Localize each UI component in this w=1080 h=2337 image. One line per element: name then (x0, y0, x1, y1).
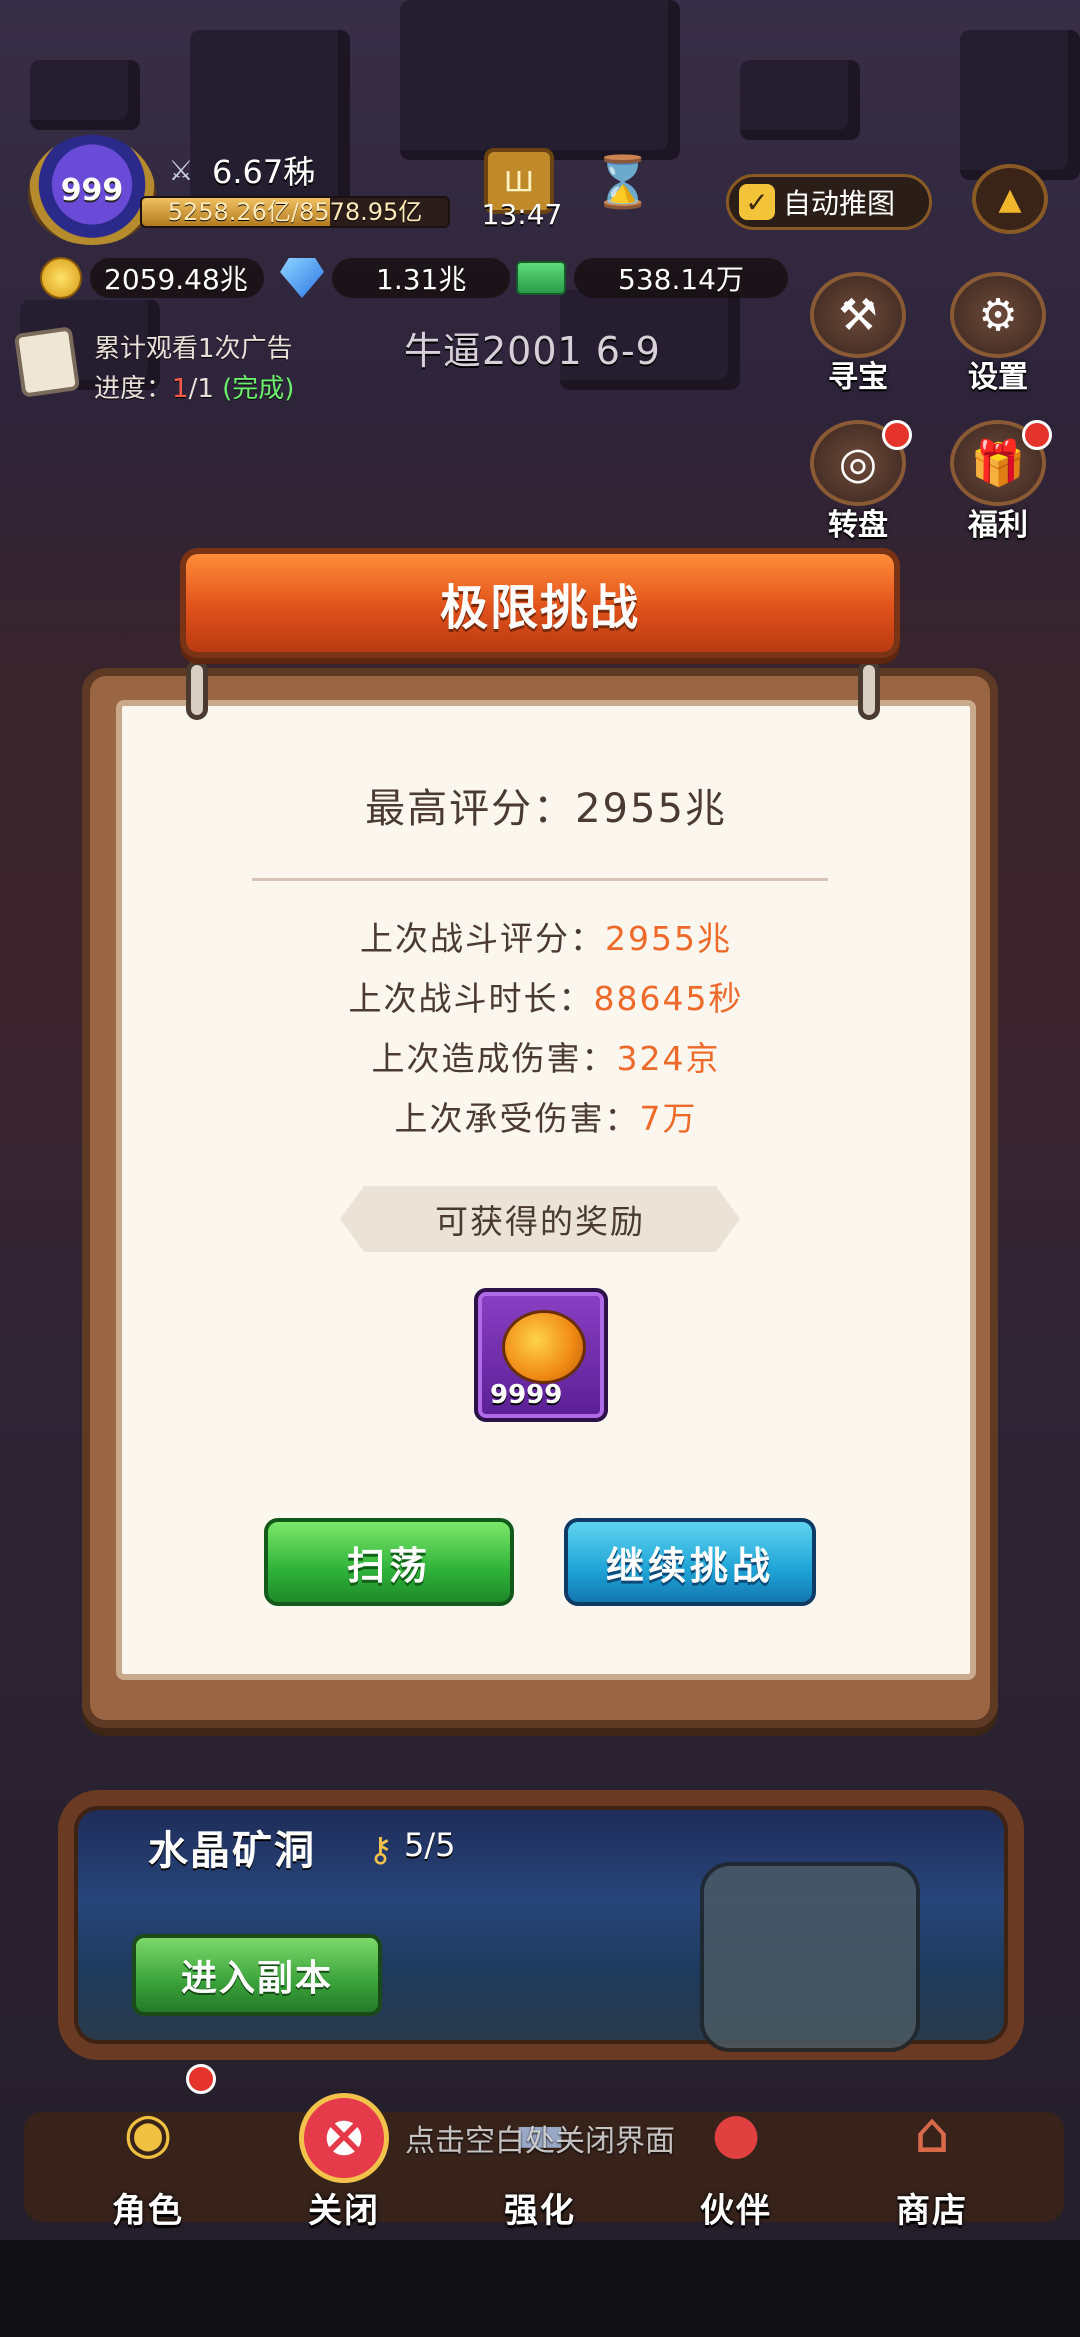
nav-shop-label: 商店 (896, 2191, 968, 2231)
cash-value: 538.14万 (618, 263, 744, 296)
stone-golem-icon (700, 1862, 920, 2052)
welfare-label: 福利 (968, 508, 1028, 543)
quest-status: (完成) (222, 374, 295, 404)
gem-value: 1.31兆 (376, 263, 467, 296)
notification-dot (882, 420, 912, 450)
continue-challenge-button[interactable]: 继续挑战 (564, 1518, 816, 1606)
panel-pin (186, 660, 208, 720)
cash-box: 538.14万 (574, 258, 788, 298)
diamond-icon (280, 258, 324, 298)
auto-advance-toggle[interactable]: ✓ 自动推图 (726, 174, 932, 230)
stat-value: 7万 (639, 1099, 698, 1138)
best-score-label: 最高评分： (365, 786, 576, 832)
notification-dot (1022, 420, 1052, 450)
best-score-value: 2955兆 (575, 786, 727, 832)
gold-value: 2059.48兆 (104, 263, 248, 296)
gem-box: 1.31兆 (332, 258, 511, 298)
quest-progress-label: 进度： (94, 374, 173, 404)
cash-icon (516, 261, 566, 295)
gold-coin-icon (40, 257, 82, 299)
tap-to-close-hint: 点击空白处关闭界面 (405, 2124, 675, 2159)
treasure-label: 寻宝 (828, 360, 888, 395)
experience-text: 5258.26亿/8578.95亿 (167, 198, 423, 226)
stat-value: 2955兆 (605, 919, 732, 958)
cash-resource: 538.14万 (516, 257, 788, 299)
experience-bar: 5258.26亿/8578.95亿 (140, 196, 450, 228)
swords-icon: ⚔ (168, 153, 194, 187)
notification-dot (186, 2064, 216, 2094)
auto-advance-label: 自动推图 (783, 187, 896, 220)
divider (252, 878, 828, 881)
player-level: 999 (60, 172, 124, 208)
nav-close-label: 关闭 (308, 2191, 380, 2231)
stat-last-duration: 上次战斗时长：88645秒 (116, 972, 976, 1020)
best-score: 最高评分：2955兆 (116, 776, 976, 834)
stat-last-score: 上次战斗评分：2955兆 (116, 912, 976, 960)
stat-label: 上次造成伤害： (371, 1039, 617, 1078)
stat-label: 上次承受伤害： (394, 1099, 640, 1138)
quest-scroll-icon[interactable] (13, 326, 81, 398)
stat-value: 324京 (616, 1039, 721, 1078)
reward-count: 9999 (490, 1380, 563, 1410)
checkbox-checked-icon: ✓ (739, 184, 775, 220)
stat-last-damage-dealt: 上次造成伤害：324京 (116, 1032, 976, 1080)
collapse-menu-button[interactable]: ▲ (972, 164, 1048, 234)
quest-progress-current: 1 (172, 374, 189, 404)
stat-label: 上次战斗评分： (360, 919, 605, 958)
hammer-icon: ⚒ (810, 272, 906, 358)
welfare-button[interactable]: 🎁 福利 (938, 420, 1058, 550)
hourglass-icon[interactable]: ⌛ (590, 145, 656, 219)
player-avatar-level[interactable]: 999 (28, 135, 156, 245)
reward-item-slot[interactable]: 9999 (474, 1288, 608, 1422)
stat-last-damage-taken: 上次承受伤害：7万 (116, 1092, 976, 1140)
dungeon-key-count: 5/5 (404, 1826, 456, 1864)
quest-description[interactable]: 累计观看1次广告 (94, 328, 293, 365)
gear-icon: ⚙ (950, 272, 1046, 358)
combat-power: ⚔ 6.67秭 (160, 148, 315, 192)
panel-pin (858, 660, 880, 720)
gold-box: 2059.48兆 (90, 258, 264, 298)
sweep-button[interactable]: 扫荡 (264, 1518, 514, 1606)
rewards-banner: 可获得的奖励 (340, 1186, 740, 1252)
system-bottom-bar (0, 2240, 1080, 2337)
dialog-title-banner: 极限挑战 (180, 548, 900, 658)
stat-label: 上次战斗时长： (348, 979, 594, 1018)
chevron-up-icon: ▲ (998, 181, 1022, 217)
wheel-label: 转盘 (828, 508, 888, 543)
countdown-timer: 13:47 (481, 198, 563, 231)
settings-label: 设置 (968, 360, 1028, 395)
dialog-title: 极限挑战 (439, 580, 640, 636)
key-icon: ⚷ (368, 1830, 393, 1870)
enter-dungeon-button[interactable]: 进入副本 (132, 1934, 382, 2016)
nav-role-label: 角色 (112, 2191, 184, 2231)
combat-power-value: 6.67秭 (212, 153, 316, 191)
quest-progress: 进度：1/1 (完成) (94, 368, 294, 405)
treasure-button[interactable]: ⚒ 寻宝 (798, 272, 918, 402)
settings-button[interactable]: ⚙ 设置 (938, 272, 1058, 402)
stat-value: 88645秒 (593, 979, 744, 1018)
dungeon-title: 水晶矿洞 (148, 1828, 316, 1874)
gold-resource: 2059.48兆 (40, 257, 264, 299)
pumpkin-icon (502, 1310, 586, 1384)
stage-name: 牛逼2001 6-9 (404, 329, 661, 373)
quest-progress-total: /1 (188, 374, 214, 404)
wheel-button[interactable]: ◎ 转盘 (798, 420, 918, 550)
nav-enhance-label: 强化 (504, 2191, 576, 2231)
nav-partner-label: 伙伴 (700, 2191, 772, 2231)
gem-resource: 1.31兆 (280, 257, 511, 299)
